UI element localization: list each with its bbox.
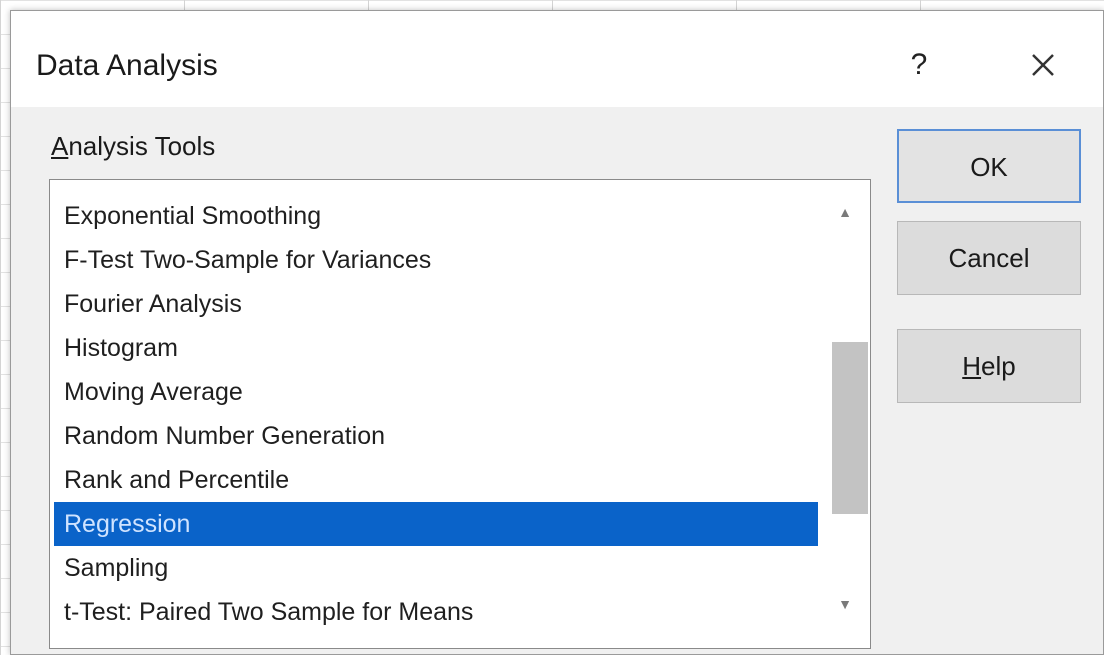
list-item[interactable]: Moving Average [54,370,818,414]
list-item-selected[interactable]: Regression [54,502,818,546]
analysis-tools-label: Analysis Tools [51,131,215,162]
list-item[interactable]: Rank and Percentile [54,458,818,502]
list-item[interactable]: t-Test: Paired Two Sample for Means [54,590,818,634]
scrollbar-thumb[interactable] [832,342,868,514]
dialog-title: Data Analysis [36,49,218,82]
analysis-tools-list: Exponential Smoothing F-Test Two-Sample f… [54,194,818,634]
list-item[interactable]: F-Test Two-Sample for Variances [54,238,818,282]
list-item[interactable]: Histogram [54,326,818,370]
list-item[interactable]: Sampling [54,546,818,590]
data-analysis-dialog: Data Analysis ? Analysis Tools Exponenti… [10,10,1104,655]
help-button-accelerator: H [962,351,982,381]
analysis-tools-label-text: nalysis Tools [68,131,216,161]
analysis-tools-listbox[interactable]: Exponential Smoothing F-Test Two-Sample f… [49,179,871,649]
dialog-titlebar: Data Analysis ? [11,11,1103,107]
help-button-titlebar[interactable]: ? [901,45,937,85]
scroll-up-arrow-icon[interactable]: ▲ [820,192,870,232]
scroll-down-arrow-icon[interactable]: ▼ [820,584,870,624]
help-button[interactable]: Help [897,329,1081,403]
close-icon[interactable] [1023,45,1063,85]
help-button-text: elp [981,351,1016,381]
close-icon-glyph [1032,54,1054,76]
listbox-scrollbar[interactable]: ▲ ▼ [820,180,870,648]
analysis-tools-label-accelerator: A [51,131,69,161]
ok-button[interactable]: OK [897,129,1081,203]
list-item[interactable]: Exponential Smoothing [54,194,818,238]
list-item[interactable]: Fourier Analysis [54,282,818,326]
cancel-button[interactable]: Cancel [897,221,1081,295]
list-item[interactable]: Random Number Generation [54,414,818,458]
